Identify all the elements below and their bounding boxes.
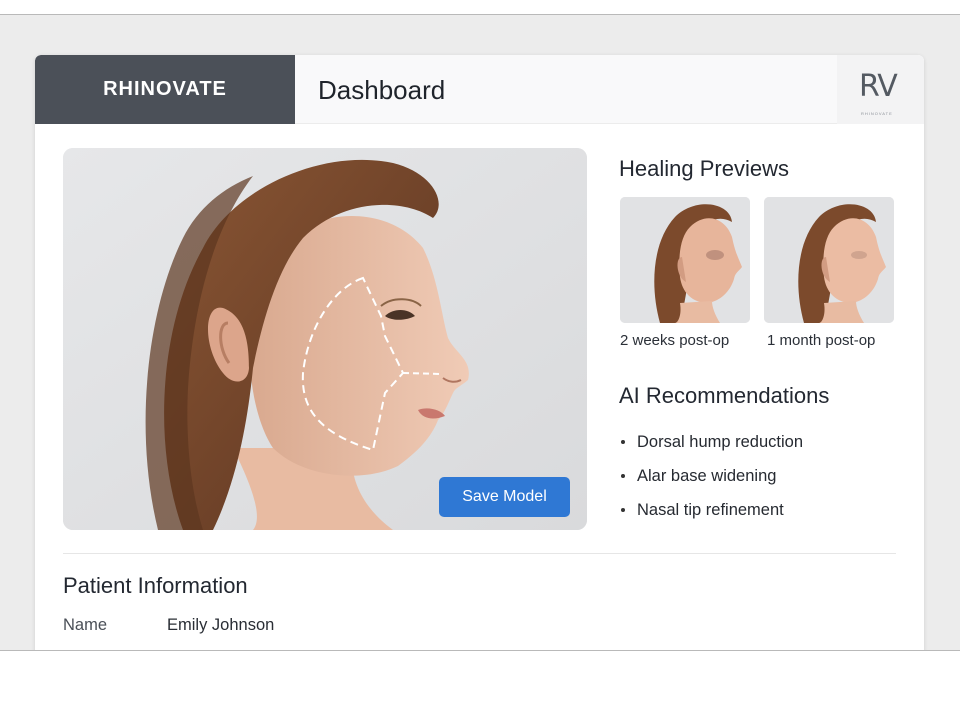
logo-mark: RV <box>859 69 898 104</box>
recommendation-text: Dorsal hump reduction <box>637 432 803 451</box>
name-label: Name <box>63 616 108 634</box>
brand-name[interactable]: RHINOVATE <box>35 55 295 124</box>
preview-caption-2-weeks: 2 weeks post-op <box>620 332 730 349</box>
dashboard-window: RHINOVATE Dashboard RV RHINOVATE Save Mo… <box>35 55 924 650</box>
recommendation-text: Nasal tip refinement <box>637 500 784 519</box>
preview-caption-1-month: 1 month post-op <box>767 332 876 349</box>
preview-thumbnail-1-month[interactable] <box>764 197 894 323</box>
recommendation-text: Alar base widening <box>637 466 777 485</box>
recommendations-list: Dorsal hump reduction Alar base widening… <box>619 425 803 527</box>
app-frame: RHINOVATE Dashboard RV RHINOVATE Save Mo… <box>0 14 960 651</box>
top-bar: RHINOVATE Dashboard RV RHINOVATE <box>35 55 924 124</box>
save-model-button[interactable]: Save Model <box>439 477 570 517</box>
preview-thumbnail-2-weeks[interactable] <box>620 197 750 323</box>
preview-face-image <box>764 197 894 323</box>
section-divider <box>63 553 896 554</box>
logo-subtext: RHINOVATE <box>861 111 893 116</box>
healing-previews-title: Healing Previews <box>619 156 789 181</box>
ai-recommendations-title: AI Recommendations <box>619 383 830 408</box>
preview-face-image <box>620 197 750 323</box>
face-model-viewer[interactable]: Save Model <box>63 148 587 530</box>
name-value: Emily Johnson <box>167 616 275 634</box>
list-item: Dorsal hump reduction <box>619 425 803 459</box>
bullet-icon <box>621 440 625 444</box>
bullet-icon <box>621 508 625 512</box>
face-profile-image <box>63 148 587 530</box>
list-item: Alar base widening <box>619 459 803 493</box>
logo: RV RHINOVATE <box>837 55 924 124</box>
bullet-icon <box>621 474 625 478</box>
patient-information-title: Patient Information <box>63 573 248 598</box>
list-item: Nasal tip refinement <box>619 493 803 527</box>
page-title: Dashboard <box>318 75 446 105</box>
